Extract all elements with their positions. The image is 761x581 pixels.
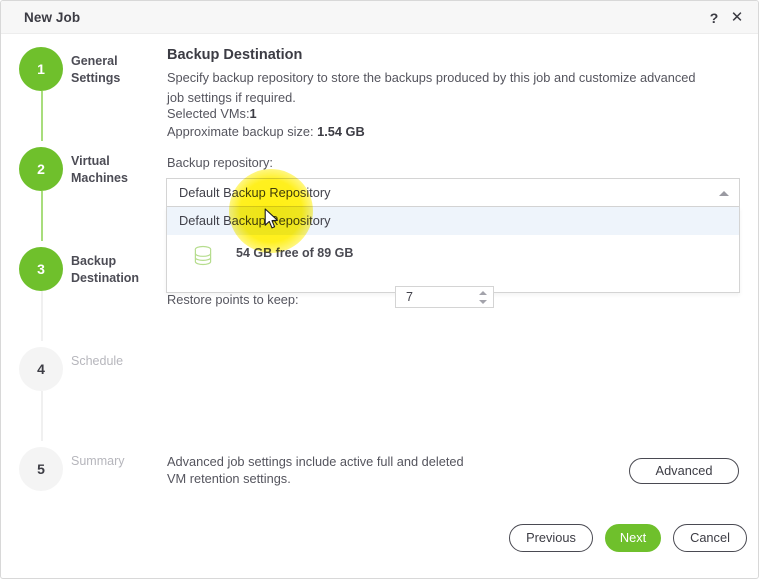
next-button[interactable]: Next [605, 524, 661, 552]
sidebar-step-summary[interactable]: 5 Summary [19, 447, 159, 493]
page-title: Backup Destination [167, 47, 303, 63]
step-connector-1-2 [41, 91, 43, 141]
question-mark-icon[interactable]: ? [705, 9, 723, 27]
sidebar-step-schedule[interactable]: 4 Schedule [19, 347, 159, 393]
sidebar-step-virtual-machines[interactable]: 2 Virtual Machines [19, 147, 159, 193]
step-number-badge: 1 [19, 47, 63, 91]
new-job-dialog: New Job ? ✕ 1 General Settings 2 Virtual… [0, 0, 759, 579]
chevron-up-icon[interactable] [719, 191, 729, 196]
selected-vms-value: 1 [249, 106, 257, 121]
dropdown-option-label: Default Backup Repository [179, 213, 331, 228]
repository-capacity-row: 54 GB free of 89 GB [167, 235, 739, 292]
wizard-stepper: 1 General Settings 2 Virtual Machines 3 … [1, 34, 161, 578]
cancel-button[interactable]: Cancel [673, 524, 747, 552]
restore-points-label: Restore points to keep: [167, 292, 299, 307]
page-description: Specify backup repository to store the b… [167, 70, 696, 105]
dialog-title: New Job [24, 10, 81, 25]
spinner-down-arrow[interactable] [479, 300, 487, 304]
selected-vms-line: Selected VMs:1 [167, 106, 257, 121]
backup-repository-label: Backup repository: [167, 155, 273, 170]
backup-repository-dropdown-list: Default Backup Repository 54 GB free of … [166, 207, 740, 293]
step-connector-3-4 [41, 291, 43, 341]
step-label: Backup Destination [71, 254, 140, 285]
dialog-title-bar: New Job ? ✕ [1, 1, 758, 34]
step-label: Summary [71, 454, 125, 468]
step-label: General Settings [71, 54, 121, 85]
approximate-size-label: Approximate backup size: [167, 124, 318, 139]
repository-capacity-text: 54 GB free of 89 GB [236, 246, 354, 260]
backup-repository-combobox[interactable]: Default Backup Repository [166, 178, 740, 207]
step-connector-2-3 [41, 191, 43, 241]
close-icon[interactable]: ✕ [728, 9, 746, 27]
selected-vms-label: Selected VMs: [167, 106, 250, 121]
approximate-size-value: 1.54 GB [317, 124, 365, 139]
spinner-up-arrow[interactable] [479, 291, 487, 295]
step-label: Virtual Machines [71, 154, 128, 185]
sidebar-step-backup-destination[interactable]: 3 Backup Destination [19, 247, 159, 293]
sidebar-step-general-settings[interactable]: 1 General Settings [19, 47, 159, 93]
main-pane: Backup Destination Specify backup reposi… [161, 34, 758, 578]
step-number-badge: 2 [19, 147, 63, 191]
database-cylinder-icon [194, 245, 212, 266]
backup-repository-selected-value: Default Backup Repository [179, 185, 331, 200]
step-number-badge: 5 [19, 447, 63, 491]
advanced-button[interactable]: Advanced [629, 458, 739, 484]
advanced-settings-note: Advanced job settings include active ful… [167, 454, 464, 486]
dialog-body: 1 General Settings 2 Virtual Machines 3 … [1, 34, 758, 578]
step-connector-4-5 [41, 391, 43, 441]
dropdown-option-default-backup-repository[interactable]: Default Backup Repository [167, 207, 739, 235]
restore-points-stepper[interactable]: 7 [395, 286, 494, 308]
spinner-up-down-icon[interactable] [477, 289, 488, 306]
step-label: Schedule [71, 354, 124, 368]
previous-button[interactable]: Previous [509, 524, 593, 552]
restore-points-value: 7 [406, 290, 413, 304]
step-number-badge: 3 [19, 247, 63, 291]
approximate-size-line: Approximate backup size: 1.54 GB [167, 124, 365, 139]
step-number-badge: 4 [19, 347, 63, 391]
